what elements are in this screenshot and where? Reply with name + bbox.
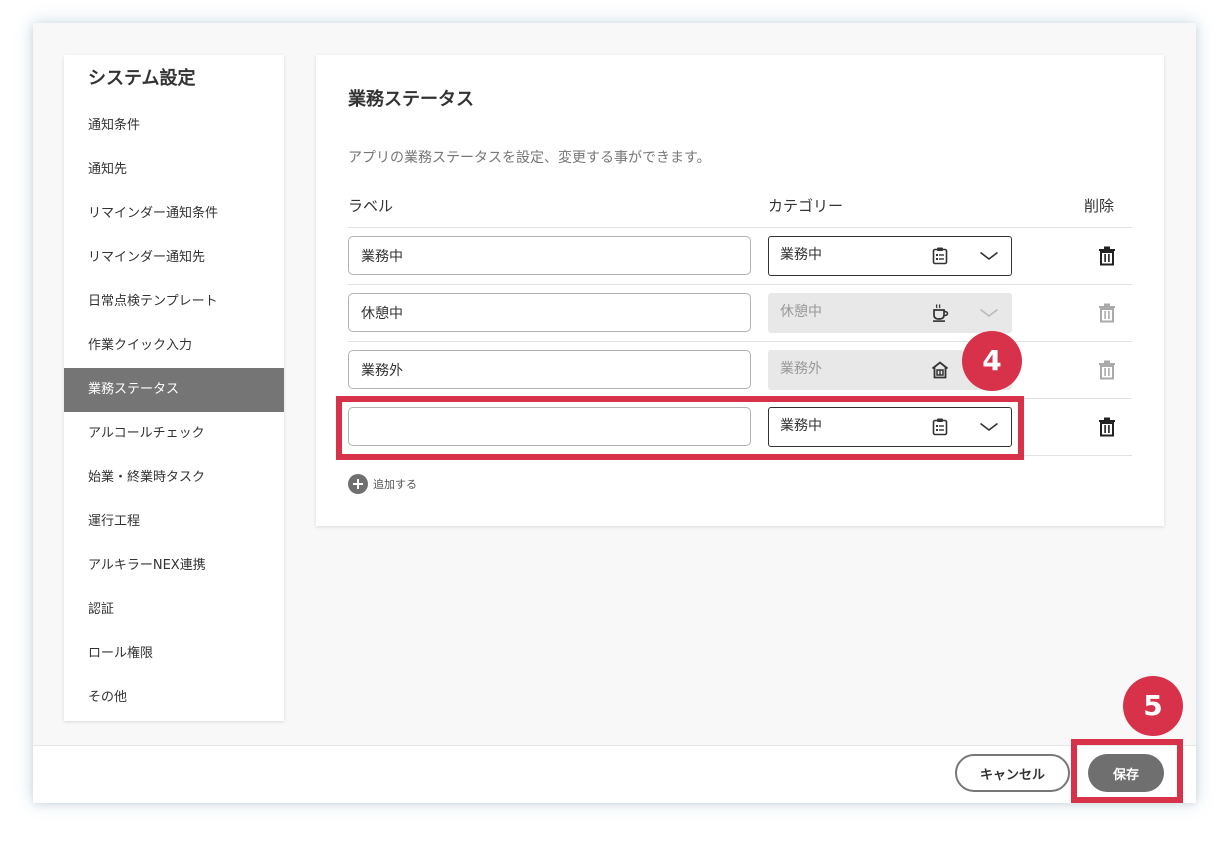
- settings-sidebar: システム設定 通知条件 通知先 リマインダー通知条件 リマインダー通知先 日常点…: [64, 55, 284, 721]
- chevron-down-icon: [980, 251, 998, 261]
- page-title: 業務ステータス: [348, 89, 474, 110]
- plus-icon: [348, 474, 368, 494]
- row-divider: [348, 227, 1132, 228]
- category-select[interactable]: 業務中: [768, 407, 1012, 447]
- column-header-category: カテゴリー: [768, 197, 844, 215]
- category-select-value: 業務中: [780, 418, 822, 434]
- trash-icon[interactable]: [1098, 417, 1116, 437]
- sidebar-item-daily-inspection-template[interactable]: 日常点検テンプレート: [64, 280, 284, 324]
- sidebar-title: システム設定: [88, 68, 196, 89]
- sidebar-item-other[interactable]: その他: [64, 676, 284, 720]
- house-icon: [931, 361, 949, 379]
- step-badge-5: 5: [1123, 676, 1183, 736]
- page-description: アプリの業務ステータスを設定、変更する事ができます。: [348, 150, 711, 166]
- sidebar-item-alcohol-check[interactable]: アルコールチェック: [64, 412, 284, 456]
- sidebar-item-reminder-recipients[interactable]: リマインダー通知先: [64, 236, 284, 280]
- sidebar-item-notification-recipients[interactable]: 通知先: [64, 148, 284, 192]
- category-select: 休憩中: [768, 293, 1012, 333]
- category-select[interactable]: 業務中: [768, 236, 1012, 276]
- column-header-label: ラベル: [348, 197, 394, 215]
- add-status-button[interactable]: 追加する: [348, 473, 417, 495]
- sidebar-item-quick-work-input[interactable]: 作業クイック入力: [64, 324, 284, 368]
- category-select-value: 業務中: [780, 247, 822, 263]
- sidebar-item-authentication[interactable]: 認証: [64, 588, 284, 632]
- trash-icon: [1099, 303, 1115, 323]
- chevron-down-icon: [980, 308, 998, 318]
- status-label-input[interactable]: [348, 350, 751, 389]
- status-label-input[interactable]: [348, 236, 751, 275]
- sidebar-item-notification-conditions[interactable]: 通知条件: [64, 104, 284, 148]
- trash-icon[interactable]: [1098, 246, 1116, 266]
- category-select-value: 業務外: [780, 361, 822, 377]
- sidebar-item-reminder-conditions[interactable]: リマインダー通知条件: [64, 192, 284, 236]
- coffee-cup-icon: [933, 304, 949, 322]
- sidebar-item-role-permissions[interactable]: ロール権限: [64, 632, 284, 676]
- work-status-card: 業務ステータス アプリの業務ステータスを設定、変更する事ができます。 ラベル カ…: [316, 55, 1164, 526]
- sidebar-item-start-end-tasks[interactable]: 始業・終業時タスク: [64, 456, 284, 500]
- category-select-value: 休憩中: [780, 304, 822, 320]
- sidebar-item-alkiller-nex[interactable]: アルキラーNEX連携: [64, 544, 284, 588]
- row-divider: [348, 284, 1132, 285]
- step-badge-4: 4: [962, 331, 1022, 391]
- trash-icon: [1099, 360, 1115, 380]
- add-status-label: 追加する: [373, 478, 417, 491]
- clipboard-icon: [932, 418, 948, 436]
- sidebar-item-operation-process[interactable]: 運行工程: [64, 500, 284, 544]
- row-divider: [348, 398, 1132, 399]
- cancel-button[interactable]: キャンセル: [955, 754, 1070, 792]
- clipboard-icon: [932, 247, 948, 265]
- chevron-down-icon: [980, 422, 998, 432]
- row-divider: [348, 455, 1132, 456]
- column-header-delete: 削除: [1084, 197, 1115, 215]
- status-label-input[interactable]: [348, 407, 751, 446]
- save-button[interactable]: 保存: [1088, 754, 1164, 792]
- status-label-input[interactable]: [348, 293, 751, 332]
- sidebar-item-work-status[interactable]: 業務ステータス: [64, 368, 284, 412]
